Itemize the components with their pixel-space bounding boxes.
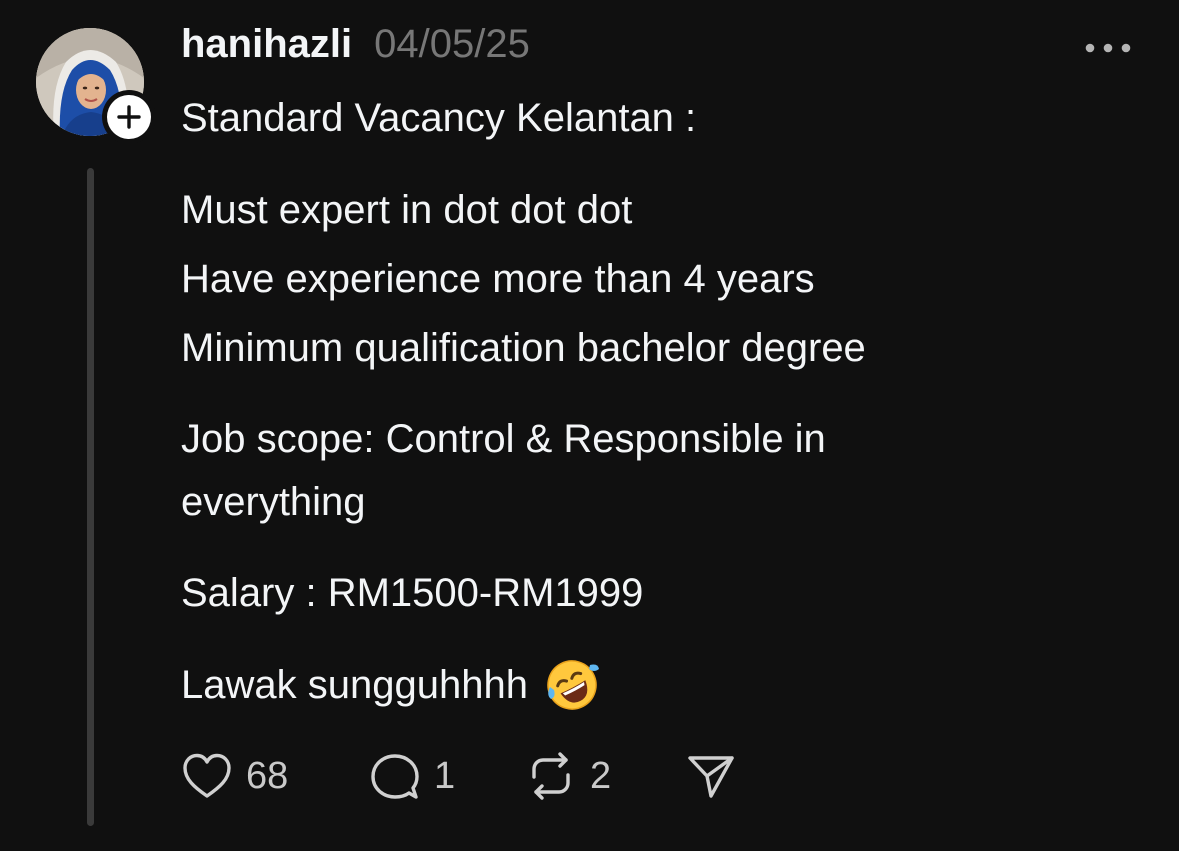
post-text-line: Salary : RM1500-RM1999 (181, 571, 644, 615)
like-count: 68 (246, 754, 289, 797)
post-text-line: everything (181, 480, 366, 524)
post-text-line: Must expert in dot dot dot (181, 188, 633, 232)
post-text-line-with-emoji: Lawak sungguhhhh (181, 655, 600, 715)
send-icon (688, 756, 734, 798)
thread-post: hanihazli 04/05/25 Standard Vacancy Kela… (0, 0, 1179, 851)
rolling-laughing-emoji-icon (547, 660, 599, 710)
post-text-line: Standard Vacancy Kelantan : (181, 96, 697, 140)
post-text-line: Job scope: Control & Responsible in (181, 417, 826, 461)
reply-count: 1 (434, 754, 456, 797)
follow-button-circle (107, 95, 151, 139)
repost-count: 2 (590, 754, 612, 797)
follow-button[interactable] (102, 90, 156, 144)
like-button[interactable]: 68 (180, 748, 288, 804)
thread-line (87, 168, 94, 826)
post-header: hanihazli 04/05/25 (181, 22, 530, 78)
more-options-button[interactable] (1080, 30, 1136, 66)
post-date: 04/05/25 (374, 22, 530, 66)
post-text-line: Minimum qualification bachelor degree (181, 326, 866, 370)
share-button[interactable] (684, 748, 738, 804)
repost-button[interactable]: 2 (524, 748, 611, 804)
post-text-line: Have experience more than 4 years (181, 257, 815, 301)
reply-button[interactable]: 1 (368, 748, 455, 804)
plus-icon (117, 105, 141, 129)
post-actions: 68 1 2 (0, 748, 1179, 804)
repost-icon (532, 752, 570, 800)
username-link[interactable]: hanihazli (181, 22, 352, 67)
comment-icon (371, 754, 419, 799)
heart-icon (183, 753, 231, 798)
post-text-line: Lawak sungguhhhh (181, 663, 528, 707)
more-icon (1085, 43, 1131, 53)
avatar-container (36, 28, 156, 144)
